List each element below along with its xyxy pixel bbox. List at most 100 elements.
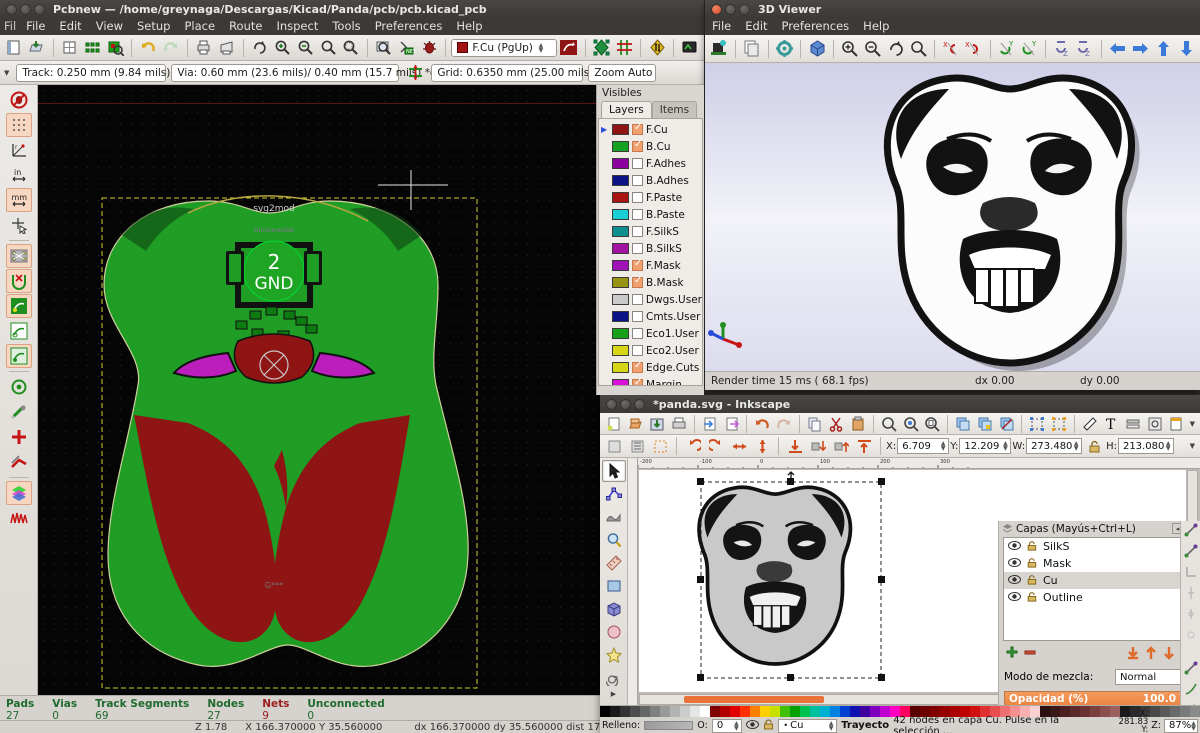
reload-board-icon[interactable]	[708, 38, 730, 60]
rotate-x-neg-icon[interactable]: X	[940, 38, 962, 60]
print-icon[interactable]	[668, 413, 690, 435]
zone-outline-icon[interactable]	[6, 319, 32, 343]
tweak-tool-icon[interactable]	[602, 506, 626, 528]
layer-visibility-checkbox[interactable]	[632, 139, 643, 152]
viewer3d-canvas[interactable]	[705, 63, 1200, 371]
move-down-icon[interactable]	[1175, 38, 1197, 60]
zoom-tool-icon[interactable]	[602, 529, 626, 551]
lower-to-bottom-icon[interactable]	[784, 435, 806, 457]
add-layer-icon[interactable]	[1005, 646, 1019, 663]
layer-row-b-mask[interactable]: B.Mask	[599, 274, 702, 291]
blend-mode-row[interactable]: Modo de mezcla: Normal ▲▼	[999, 667, 1200, 687]
layer-color-swatch[interactable]	[612, 243, 629, 254]
minimize-icon[interactable]	[20, 3, 31, 15]
snap-center-icon[interactable]	[1184, 607, 1198, 624]
maximize-icon[interactable]	[739, 3, 750, 15]
layer-lock-icon[interactable]	[1027, 557, 1037, 571]
h-field-spinner[interactable]: ▲ ▼	[1164, 439, 1172, 453]
layer-row-eco1-user[interactable]: Eco1.User	[599, 325, 702, 342]
grid-selector[interactable]: Grid: 0.6350 mm (25.00 mils) ▲▼	[431, 63, 598, 82]
current-layer-select[interactable]: • Cu ▲ ▼	[778, 718, 838, 733]
viewer3d-toolbar[interactable]: X X Y Y Z Z	[705, 35, 1200, 63]
redo-icon[interactable]	[773, 413, 795, 435]
layer-color-swatch[interactable]	[611, 294, 629, 305]
flip-vertical-icon[interactable]	[751, 435, 773, 457]
layer-row-edge-cuts[interactable]: Edge.Cuts	[599, 359, 702, 376]
capa-row-outline[interactable]: Outline	[1004, 589, 1195, 606]
zoom-in-icon[interactable]	[271, 37, 293, 59]
layers-dialog-buttons[interactable]	[999, 642, 1200, 667]
zoom-input[interactable]: 87% ▲ ▼	[1164, 718, 1198, 733]
inkscape-toolbox[interactable]: ▶	[600, 458, 628, 706]
layer-color-swatch[interactable]	[612, 379, 629, 385]
layer-color-swatch[interactable]	[612, 260, 629, 271]
xml-editor-icon[interactable]	[1122, 413, 1144, 435]
zoom-out-icon[interactable]	[862, 38, 884, 60]
zoom-fit-icon[interactable]	[907, 38, 929, 60]
redo-icon[interactable]	[160, 37, 182, 59]
via-hole-icon[interactable]	[6, 425, 32, 449]
pcbnew-aux-toolbar[interactable]: ▼ Track: 0.250 mm (9.84 mils) * ▲▼ Via: …	[0, 61, 704, 85]
plot-icon[interactable]	[216, 37, 238, 59]
layer-down-icon[interactable]	[1162, 646, 1176, 663]
contrast-mode-icon[interactable]	[5, 481, 32, 505]
layer-row-b-paste[interactable]: B.Paste	[599, 206, 702, 223]
netlist-icon[interactable]: NET	[396, 37, 418, 59]
layer-visibility-checkbox[interactable]	[632, 175, 643, 186]
menu-help[interactable]: Help	[449, 18, 489, 35]
rectangle-tool-icon[interactable]	[602, 575, 626, 597]
layer-visibility-checkbox[interactable]	[632, 226, 643, 237]
maximize-icon[interactable]	[34, 3, 45, 15]
viewer3d-window-controls[interactable]	[711, 3, 750, 15]
fill-stroke-icon[interactable]	[1079, 413, 1101, 435]
snap-node-icon[interactable]	[1184, 661, 1198, 678]
layers-dock-tabs[interactable]: Layers Items	[597, 101, 704, 118]
ratsnest-icon[interactable]	[646, 37, 668, 59]
microwave-tools-icon[interactable]	[679, 37, 701, 59]
preferences-icon[interactable]	[1166, 413, 1188, 435]
fill-swatch[interactable]	[644, 721, 694, 730]
pcb-canvas[interactable]: svg2mod Unconnected 2 GND G***	[38, 85, 678, 695]
menu-preferences[interactable]: Preferences	[368, 18, 450, 35]
layer-visibility-checkbox[interactable]	[632, 328, 643, 339]
menu-edit[interactable]: Edit	[52, 18, 88, 35]
highlight-net-icon[interactable]	[558, 37, 580, 59]
import-icon[interactable]	[699, 413, 721, 435]
drc-warnings-toggle-icon[interactable]	[6, 88, 32, 112]
redraw-icon[interactable]	[885, 38, 907, 60]
capa-row-silks[interactable]: SilkS	[1004, 538, 1195, 555]
remove-layer-icon[interactable]	[1023, 646, 1037, 663]
grid-icon[interactable]	[613, 37, 635, 59]
open-footprint-editor-icon[interactable]	[82, 37, 104, 59]
refresh-icon[interactable]	[249, 37, 271, 59]
layer-color-swatch[interactable]	[612, 124, 629, 135]
tab-layers[interactable]: Layers	[601, 101, 652, 118]
snap-bbox-icon[interactable]	[1184, 544, 1198, 561]
minimize-icon[interactable]	[725, 3, 736, 15]
select-all-icon[interactable]	[603, 435, 625, 457]
layer-visibility-icon[interactable]	[1008, 557, 1021, 571]
find-icon[interactable]	[373, 37, 395, 59]
capa-row-mask[interactable]: Mask	[1004, 555, 1195, 572]
open-document-icon[interactable]	[625, 413, 647, 435]
cursor-shape-icon[interactable]	[6, 213, 32, 237]
select-all-layers-icon[interactable]	[626, 435, 648, 457]
layer-row-f-cu[interactable]: ▶ F.Cu	[599, 121, 702, 138]
bounding-box-icon[interactable]	[806, 38, 828, 60]
inkscape-tool-options-toolbar[interactable]: X: 6.709 ▲ ▼ Y: 12.209 ▲ ▼ W: 273.480 ▲ ▼ H…	[600, 435, 1200, 458]
y-field-spinner[interactable]: ▲ ▼	[1001, 439, 1009, 453]
layer-row-margin[interactable]: Margin	[599, 376, 702, 385]
copy-icon[interactable]	[804, 413, 826, 435]
copy-image-icon[interactable]	[741, 38, 763, 60]
viewer3d-menubar[interactable]: File Edit Preferences Help	[705, 18, 1200, 35]
layer-visibility-checkbox[interactable]	[632, 360, 643, 373]
layer-color-swatch[interactable]	[612, 141, 629, 152]
zoom-out-icon[interactable]	[294, 37, 316, 59]
undo-icon[interactable]	[137, 37, 159, 59]
layer-visibility-icon[interactable]	[1008, 540, 1021, 554]
capa-row-cu[interactable]: Cu	[1004, 572, 1195, 589]
cut-icon[interactable]	[826, 413, 848, 435]
layer-visibility-checkbox[interactable]	[632, 275, 643, 288]
layer-row-eco2-user[interactable]: Eco2.User	[599, 342, 702, 359]
layer-lock-icon[interactable]	[1027, 574, 1037, 588]
